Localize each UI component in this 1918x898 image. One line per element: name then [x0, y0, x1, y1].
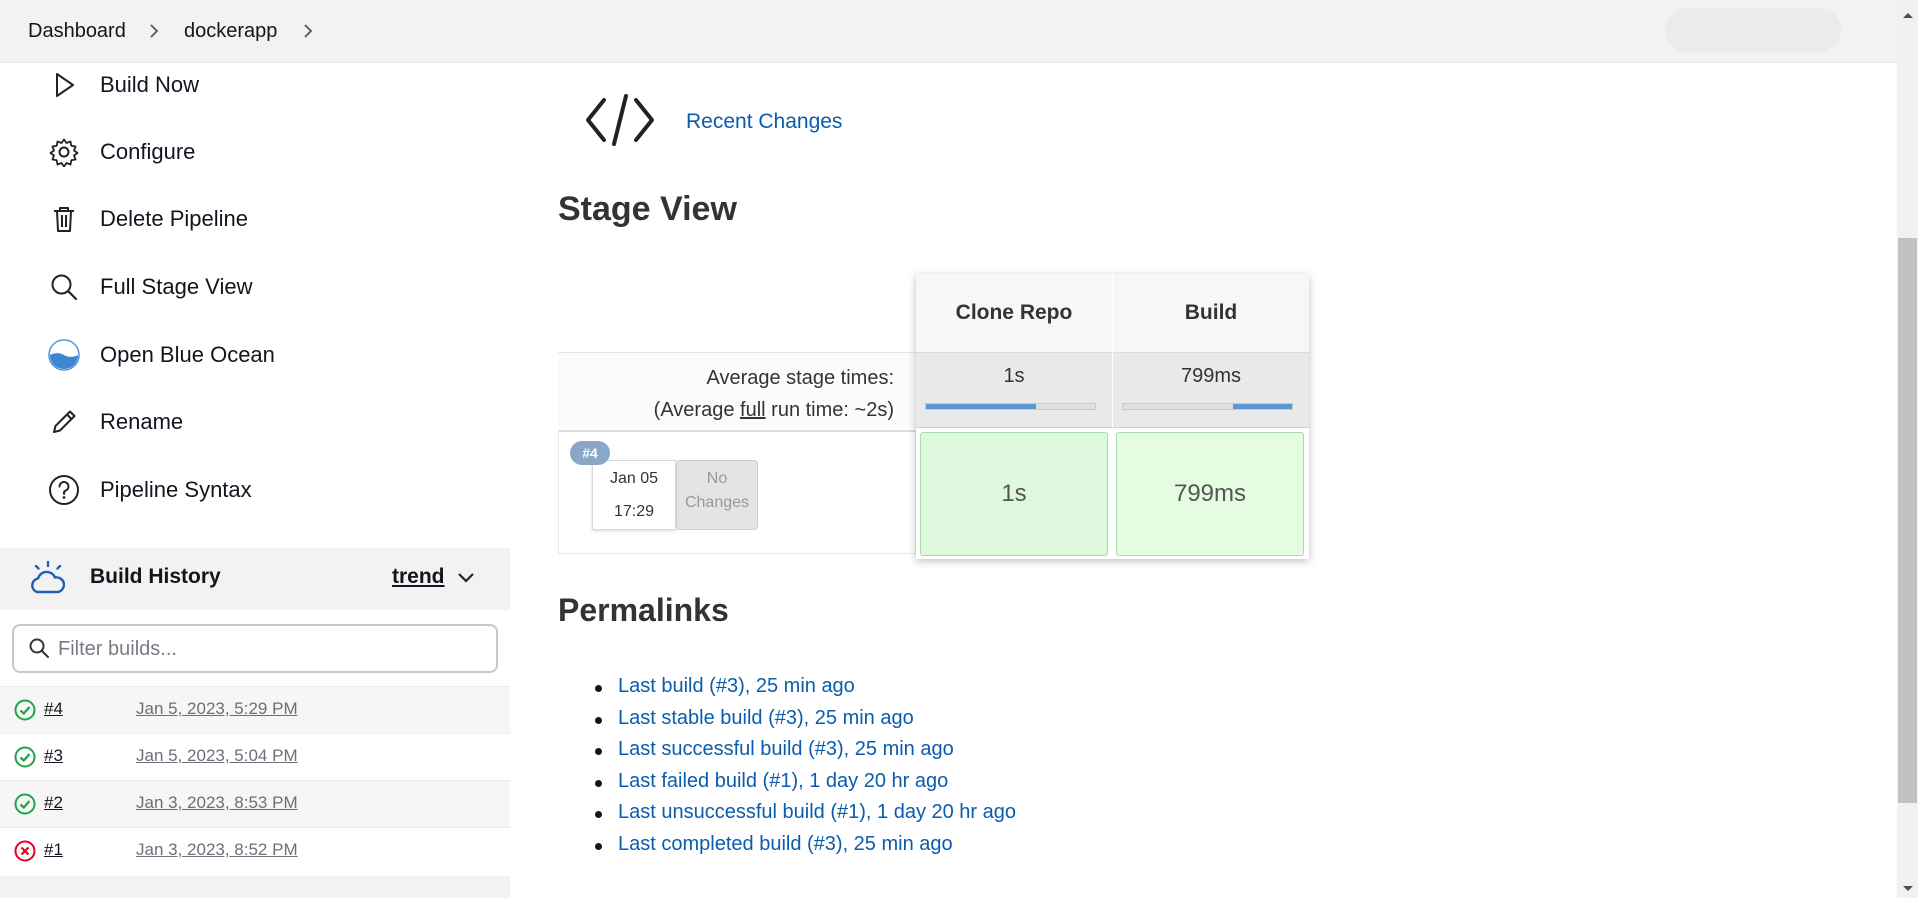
sidebar-item-full-stage-view[interactable]: Full Stage View: [48, 267, 508, 307]
build-date-link[interactable]: Jan 3, 2023, 8:53 PM: [136, 793, 298, 813]
weather-icon: [28, 560, 68, 603]
build-number-link[interactable]: #1: [44, 840, 63, 860]
sidebar-item-build-now[interactable]: Build Now: [48, 65, 508, 105]
run-date: Jan 05: [609, 470, 659, 487]
build-date-link[interactable]: Jan 3, 2023, 8:52 PM: [136, 840, 298, 860]
stage-cell-success[interactable]: 799ms: [1116, 432, 1304, 556]
stage-average-fill: [1232, 404, 1292, 409]
breadcrumb: Dashboard dockerapp: [0, 0, 1897, 63]
build-number-link[interactable]: #2: [44, 793, 63, 813]
search-icon: [28, 637, 50, 664]
success-icon: [14, 793, 36, 820]
stage-average: 1s: [916, 352, 1112, 428]
scroll-up-icon[interactable]: [1902, 6, 1914, 24]
breadcrumb-dashboard[interactable]: Dashboard: [28, 20, 126, 43]
permalinks-list: Last build (#3), 25 min ago Last stable …: [595, 675, 1016, 865]
build-number-link[interactable]: #3: [44, 746, 63, 766]
breadcrumb-dockerapp[interactable]: dockerapp: [184, 20, 277, 43]
sidebar-item-delete-pipeline[interactable]: Delete Pipeline: [48, 199, 508, 239]
success-icon: [14, 699, 36, 726]
run-time: 17:29: [613, 503, 655, 520]
build-row[interactable]: #4 Jan 5, 2023, 5:29 PM: [0, 686, 510, 733]
run-changes-box[interactable]: No Changes: [676, 460, 758, 530]
stage-view-title: Stage View: [558, 190, 737, 228]
sidebar-item-label: Delete Pipeline: [100, 206, 248, 231]
avg-full-run-label: (Average full run time: ~2s): [654, 399, 894, 422]
build-row[interactable]: #3 Jan 5, 2023, 5:04 PM: [0, 733, 510, 780]
changes-line-2: Changes: [684, 494, 750, 511]
scrollbar-thumb[interactable]: [1898, 238, 1917, 803]
sidebar-item-open-blue-ocean[interactable]: Open Blue Ocean: [48, 335, 508, 375]
filter-builds-input[interactable]: [58, 636, 478, 662]
permalink[interactable]: Last successful build (#3), 25 min ago: [595, 738, 1016, 770]
failure-icon: [14, 840, 36, 867]
changes-line-1: No: [706, 470, 728, 487]
stage-average-fill: [926, 404, 1036, 409]
stage-average: 799ms: [1113, 352, 1309, 428]
avg-full-word: full: [740, 399, 766, 421]
build-history-footer: [0, 876, 510, 898]
permalink[interactable]: Last unsuccessful build (#1), 1 day 20 h…: [595, 801, 1016, 833]
chevron-down-icon[interactable]: [456, 570, 476, 589]
recent-changes-link[interactable]: Recent Changes: [686, 110, 842, 134]
gear-icon: [48, 136, 80, 168]
sidebar-item-label: Open Blue Ocean: [100, 342, 275, 367]
build-history-title: Build History: [90, 565, 221, 588]
success-icon: [14, 746, 36, 773]
stage-average-bar: [925, 403, 1096, 410]
permalink[interactable]: Last stable build (#3), 25 min ago: [595, 707, 1016, 739]
sidebar-item-pipeline-syntax[interactable]: Pipeline Syntax: [48, 470, 508, 510]
code-icon: [584, 92, 656, 153]
sidebar-item-label: Rename: [100, 409, 184, 434]
sidebar-item-label: Configure: [100, 139, 196, 164]
sidebar-item-label: Full Stage View: [100, 274, 253, 299]
stage-header: Clone Repo: [916, 274, 1112, 352]
trend-link[interactable]: trend: [392, 565, 445, 589]
avg-stage-label: Average stage times:: [706, 367, 894, 389]
build-number-link[interactable]: #4: [44, 699, 63, 719]
build-row[interactable]: #1 Jan 3, 2023, 8:52 PM: [0, 827, 510, 874]
avg-full-suffix: run time: ~2s): [765, 399, 894, 421]
sidebar-item-configure[interactable]: Configure: [48, 132, 508, 172]
build-row[interactable]: #2 Jan 3, 2023, 8:53 PM: [0, 780, 510, 827]
run-badge[interactable]: #4: [570, 441, 610, 465]
average-times: Average stage times: (Average full run t…: [558, 352, 916, 428]
sidebar-item-rename[interactable]: Rename: [48, 402, 508, 442]
sidebar-item-label: Build Now: [100, 72, 200, 97]
stage-table: Clone Repo Build 1s 799ms 1s 799ms: [916, 274, 1309, 559]
stage-average-time: 1s: [1003, 365, 1025, 387]
chevron-right-icon[interactable]: [148, 21, 162, 41]
trash-icon: [48, 203, 80, 235]
build-date-link[interactable]: Jan 5, 2023, 5:04 PM: [136, 746, 298, 766]
permalinks-title: Permalinks: [558, 592, 729, 628]
stage-average-bar: [1122, 403, 1293, 410]
permalink[interactable]: Last build (#3), 25 min ago: [595, 675, 1016, 707]
blue-ocean-icon: [48, 339, 80, 371]
permalink[interactable]: Last completed build (#3), 25 min ago: [595, 833, 1016, 865]
build-date-link[interactable]: Jan 5, 2023, 5:29 PM: [136, 699, 298, 719]
sidebar-item-label: Pipeline Syntax: [100, 477, 252, 502]
stage-cell-success[interactable]: 1s: [920, 432, 1108, 556]
chevron-right-icon[interactable]: [302, 21, 316, 41]
search-icon: [48, 271, 80, 303]
build-history-header: Build History trend: [0, 548, 510, 610]
pencil-icon: [48, 406, 80, 438]
scroll-down-icon[interactable]: [1902, 880, 1914, 898]
play-icon: [48, 69, 80, 101]
permalink[interactable]: Last failed build (#1), 1 day 20 hr ago: [595, 770, 1016, 802]
stage-header: Build: [1113, 274, 1309, 352]
search-box-placeholder[interactable]: [1665, 8, 1841, 52]
run-date-box[interactable]: Jan 05 17:29: [592, 460, 676, 530]
filter-builds-field[interactable]: [12, 624, 498, 673]
stage-average-time: 799ms: [1180, 365, 1242, 387]
help-circle-icon: [48, 474, 80, 506]
avg-full-prefix: (Average: [653, 399, 741, 421]
